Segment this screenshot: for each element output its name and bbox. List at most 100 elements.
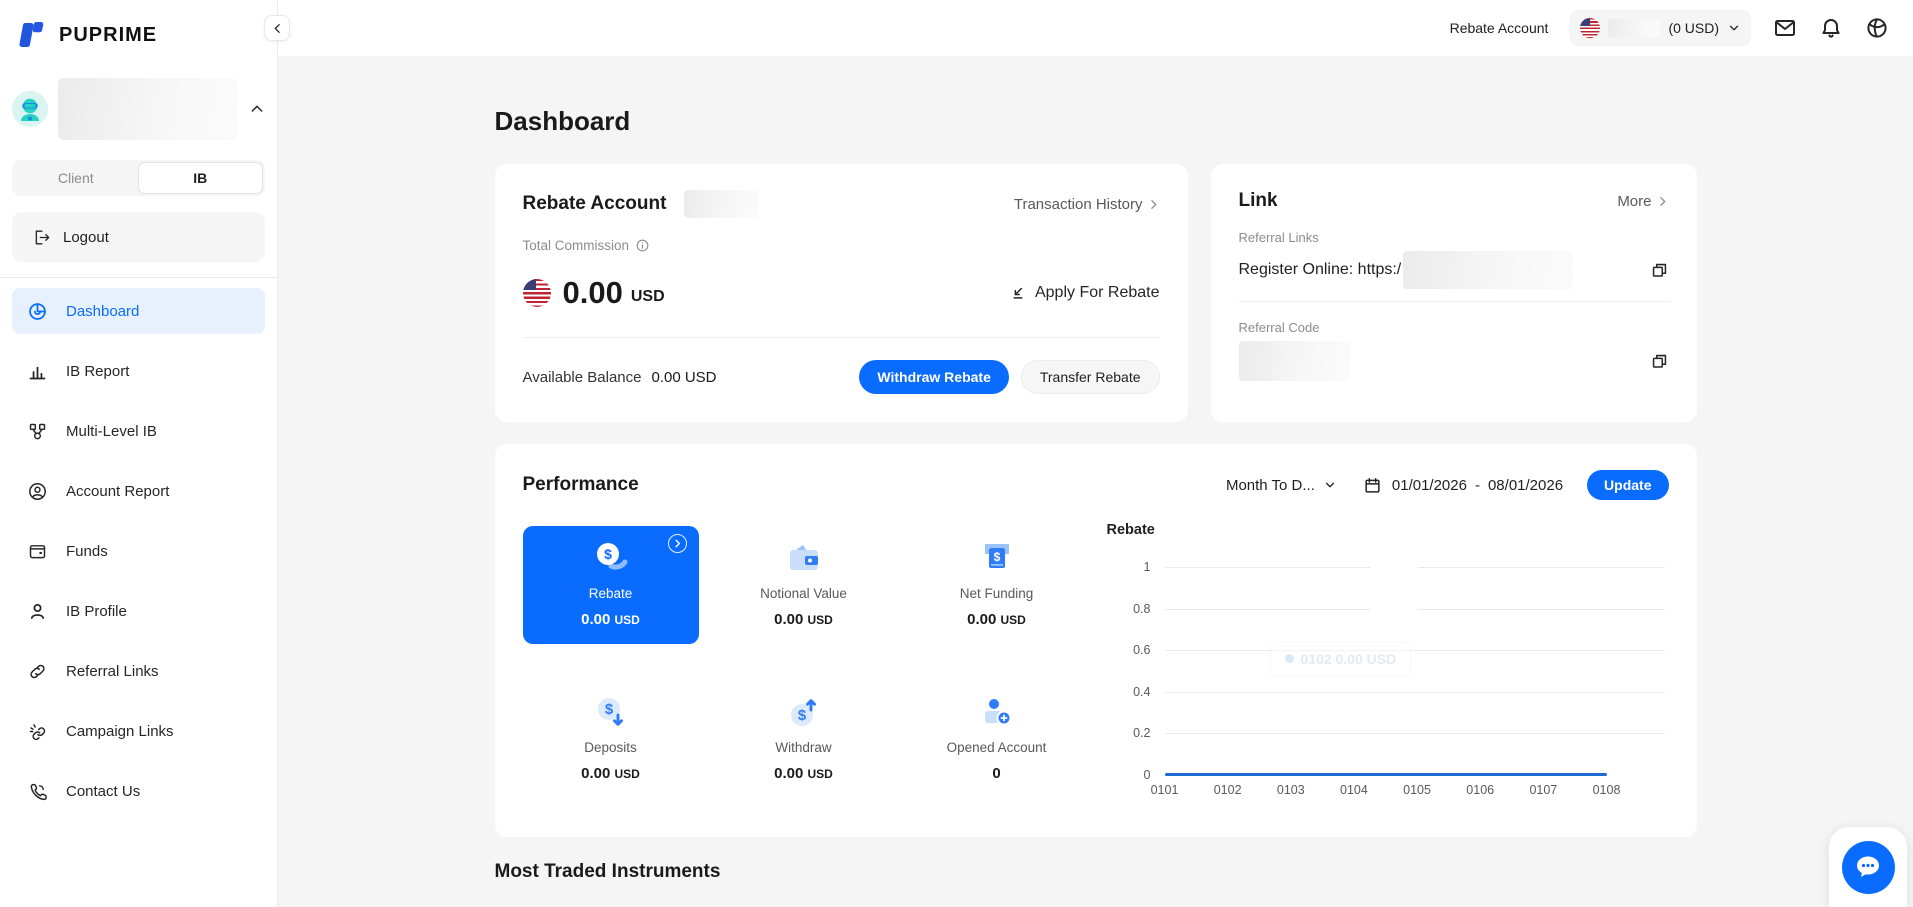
sidebar-item-label: IB Report (66, 363, 129, 380)
chat-bubble-icon (1853, 853, 1883, 881)
perf-tile-withdraw[interactable]: $ Withdraw 0.00 USD (716, 680, 892, 798)
sidebar-collapse-button[interactable] (264, 15, 290, 41)
tooltip-series-dot (1285, 654, 1294, 663)
main-area: Rebate Account (0 USD) Dashboard Rebate … (278, 0, 1913, 907)
sidebar-item-contact-us[interactable]: Contact Us (12, 768, 265, 814)
sidebar-item-label: Contact Us (66, 783, 140, 800)
tile-chevron-right-icon[interactable] (668, 534, 687, 553)
sidebar-item-label: Dashboard (66, 303, 139, 320)
withdraw-rebate-button[interactable]: Withdraw Rebate (859, 360, 1008, 394)
sidebar-item-multi-level-ib[interactable]: Multi-Level IB (12, 408, 265, 454)
usd-flag-icon (523, 279, 551, 307)
account-type-label: Rebate Account (1450, 20, 1549, 36)
referral-code-label: Referral Code (1239, 320, 1669, 335)
perf-tile-notional-value[interactable]: Notional Value 0.00 USD (716, 526, 892, 644)
chart-hover-band (1370, 559, 1418, 631)
sidebar-item-label: Referral Links (66, 663, 159, 680)
perf-tile-deposits[interactable]: $ Deposits 0.00 USD (523, 680, 699, 798)
chevron-right-icon (1147, 198, 1160, 211)
referral-links-label: Referral Links (1239, 230, 1669, 245)
rebate-card-title: Rebate Account (523, 193, 667, 215)
chart-xtick: 0107 (1529, 783, 1557, 797)
date-to: 08/01/2026 (1488, 477, 1563, 494)
copy-icon[interactable] (1650, 261, 1669, 280)
chevron-up-icon (249, 101, 265, 117)
perf-tile-opened-account[interactable]: Opened Account 0 (909, 680, 1085, 798)
update-button[interactable]: Update (1587, 470, 1668, 500)
tile-unit: USD (615, 613, 640, 627)
chart-xtick: 0108 (1593, 783, 1621, 797)
wallet-icon (27, 541, 48, 562)
transfer-rebate-button[interactable]: Transfer Rebate (1021, 360, 1160, 394)
chevron-left-icon (271, 22, 284, 35)
redacted-user-name (58, 78, 237, 140)
tile-value: 0 (992, 765, 1000, 782)
more-link[interactable]: More (1617, 193, 1668, 210)
tile-label: Notional Value (760, 586, 847, 601)
tile-value: 0.00 (581, 765, 610, 782)
top-header: Rebate Account (0 USD) (278, 0, 1913, 56)
tab-client[interactable]: Client (14, 162, 138, 194)
redacted-referral-code (1239, 341, 1351, 381)
rebate-chart[interactable]: Rebate 0102 0.00 USD 00.20.40.60.8101010… (1095, 526, 1669, 811)
rebate-chart-plot: 0102 0.00 USD 00.20.40.60.81010101020103… (1165, 567, 1665, 775)
withdraw-icon: $ (783, 693, 825, 733)
account-selector[interactable]: (0 USD) (1570, 10, 1751, 46)
apply-for-rebate-link[interactable]: Apply For Rebate (1009, 284, 1160, 302)
info-circle-icon[interactable] (635, 238, 650, 253)
puprime-logo-icon (16, 18, 50, 52)
tab-ib[interactable]: IB (138, 162, 264, 194)
calendar-icon[interactable] (1363, 476, 1382, 495)
sidebar-item-label: Campaign Links (66, 723, 174, 740)
perf-tile-net-funding[interactable]: $ Net Funding 0.00 USD (909, 526, 1085, 644)
total-commission-currency: USD (631, 288, 665, 306)
tile-value: 0.00 (774, 611, 803, 628)
referral-link-value: Register Online: https:/ (1239, 261, 1402, 279)
perf-tile-rebate[interactable]: $ Rebate 0.00 USD (523, 526, 699, 644)
sidebar-item-campaign-links[interactable]: Campaign Links (12, 708, 265, 754)
tile-label: Opened Account (947, 740, 1047, 755)
link-card: Link More Referral Links Register Online… (1211, 164, 1697, 422)
sidebar-item-referral-links[interactable]: Referral Links (12, 648, 265, 694)
phone-icon (27, 781, 48, 802)
chat-button[interactable] (1842, 841, 1895, 894)
chevron-down-icon (1727, 21, 1741, 35)
profile-row[interactable] (12, 78, 265, 140)
tile-label: Net Funding (960, 586, 1034, 601)
chart-ytick: 0.4 (1133, 685, 1150, 699)
copy-icon[interactable] (1650, 352, 1669, 371)
date-range-value: Month To D... (1226, 477, 1315, 494)
person-icon (27, 601, 48, 622)
transaction-history-link[interactable]: Transaction History (1014, 196, 1160, 213)
redacted-account-badge (684, 190, 758, 218)
deposit-icon: $ (590, 693, 632, 733)
card-divider (523, 337, 1160, 338)
tile-unit: USD (808, 613, 833, 627)
chart-ytick: 1 (1144, 560, 1151, 574)
svg-text:$: $ (604, 546, 612, 562)
logout-button[interactable]: Logout (12, 212, 265, 262)
chart-ytick: 0 (1144, 768, 1151, 782)
link-icon (27, 661, 48, 682)
sidebar-item-ib-report[interactable]: IB Report (12, 348, 265, 394)
sidebar-nav: Dashboard IB Report Multi-Level IB Accou… (0, 288, 277, 814)
chat-fab-container (1829, 827, 1907, 907)
campaign-link-icon (27, 721, 48, 742)
sidebar-item-funds[interactable]: Funds (12, 528, 265, 574)
sidebar-item-dashboard[interactable]: Dashboard (12, 288, 265, 334)
mail-icon[interactable] (1773, 16, 1797, 40)
date-range-display[interactable]: 01/01/2026 - 08/01/2026 (1392, 477, 1563, 494)
chart-data-line (1165, 773, 1607, 776)
tile-value: 0.00 (581, 611, 610, 628)
sidebar-item-account-report[interactable]: Account Report (12, 468, 265, 514)
bell-icon[interactable] (1819, 16, 1843, 40)
transaction-history-label: Transaction History (1014, 196, 1143, 213)
chart-xtick: 0104 (1340, 783, 1368, 797)
performance-tiles: $ Rebate 0.00 USD (523, 526, 1085, 811)
bar-chart-icon (27, 361, 48, 382)
globe-icon[interactable] (1865, 16, 1889, 40)
date-range-select[interactable]: Month To D... (1226, 477, 1337, 494)
brand-logo[interactable]: PUPRIME (0, 14, 277, 56)
sidebar: PUPRIME Client IB Logout Dashboard (0, 0, 278, 907)
sidebar-item-ib-profile[interactable]: IB Profile (12, 588, 265, 634)
